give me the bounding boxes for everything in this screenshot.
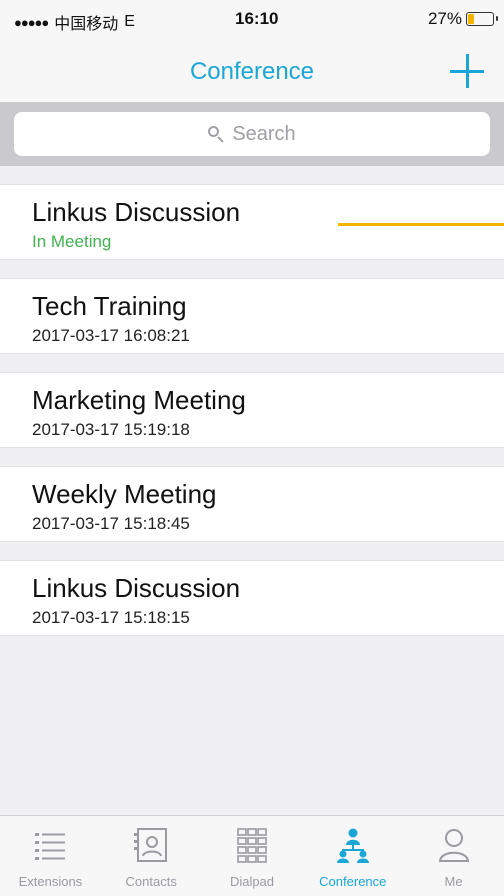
conference-title: Tech Training <box>32 291 187 321</box>
search-placeholder: Search <box>232 122 296 145</box>
battery-percent: 27% <box>427 9 462 28</box>
list-gap <box>0 354 504 372</box>
conference-title: Linkus Discussion <box>32 573 241 603</box>
tab-label: Contacts <box>125 874 177 889</box>
tab-label: Me <box>444 874 463 889</box>
contacts-icon <box>134 828 168 862</box>
tab-contacts[interactable]: Contacts <box>101 816 202 896</box>
signal-strength-icon: ●●●●● <box>14 14 49 30</box>
conference-status: In Meeting <box>32 232 112 251</box>
battery-fill <box>468 14 475 24</box>
tab-dialpad[interactable]: Dialpad <box>202 816 303 896</box>
conference-icon <box>336 828 369 863</box>
add-conference-button[interactable] <box>450 54 484 88</box>
list-gap <box>0 260 504 278</box>
search-input[interactable]: Search <box>14 112 490 156</box>
nav-bar: Conference <box>0 40 504 102</box>
conference-item[interactable]: Linkus Discussion 2017-03-17 15:18:15 <box>0 560 504 636</box>
status-bar: ●●●●● 中国移动 E 16:10 27% <box>0 0 504 40</box>
tab-me[interactable]: Me <box>403 816 504 896</box>
battery-icon <box>466 12 498 26</box>
person-icon <box>438 829 469 862</box>
search-icon <box>208 126 224 143</box>
conference-time: 2017-03-17 15:19:18 <box>32 420 190 439</box>
list-gap <box>0 542 504 560</box>
conference-item[interactable]: Marketing Meeting 2017-03-17 15:19:18 <box>0 372 504 448</box>
dialpad-icon <box>237 828 267 863</box>
search-icon-ring <box>208 126 220 137</box>
search-icon-handle <box>217 136 224 143</box>
conference-time: 2017-03-17 15:18:15 <box>32 608 190 627</box>
tab-bar: Extensions Contacts Dialpad Conference M… <box>0 815 504 896</box>
highlight-line <box>338 223 504 226</box>
conference-item[interactable]: Weekly Meeting 2017-03-17 15:18:45 <box>0 466 504 542</box>
conference-title: Linkus Discussion <box>32 197 241 227</box>
conference-item[interactable]: Linkus Discussion In Meeting <box>0 184 504 260</box>
status-time: 16:10 <box>235 9 279 28</box>
conference-item[interactable]: Tech Training 2017-03-17 16:08:21 <box>0 278 504 354</box>
network-type: E <box>124 13 135 30</box>
tab-extensions[interactable]: Extensions <box>0 816 101 896</box>
tab-conference[interactable]: Conference <box>302 816 403 896</box>
plus-icon-vertical <box>466 54 469 88</box>
list-icon <box>35 833 66 860</box>
tab-label: Extensions <box>18 874 83 889</box>
conference-time: 2017-03-17 15:18:45 <box>32 514 190 533</box>
status-right: 27% <box>427 9 498 29</box>
conference-title: Marketing Meeting <box>32 385 246 415</box>
list-gap <box>0 166 504 184</box>
conference-time: 2017-03-17 16:08:21 <box>32 326 190 345</box>
status-left: ●●●●● 中国移动 E <box>14 10 135 34</box>
search-bar: Search <box>0 102 504 166</box>
conference-title: Weekly Meeting <box>32 479 217 509</box>
carrier-name: 中国移动 <box>54 16 119 33</box>
list-gap <box>0 448 504 466</box>
tab-label: Dialpad <box>229 874 275 889</box>
conference-list: Linkus Discussion In Meeting Tech Traini… <box>0 166 504 636</box>
page-title: Conference <box>189 58 315 85</box>
tab-label: Conference <box>319 874 387 889</box>
